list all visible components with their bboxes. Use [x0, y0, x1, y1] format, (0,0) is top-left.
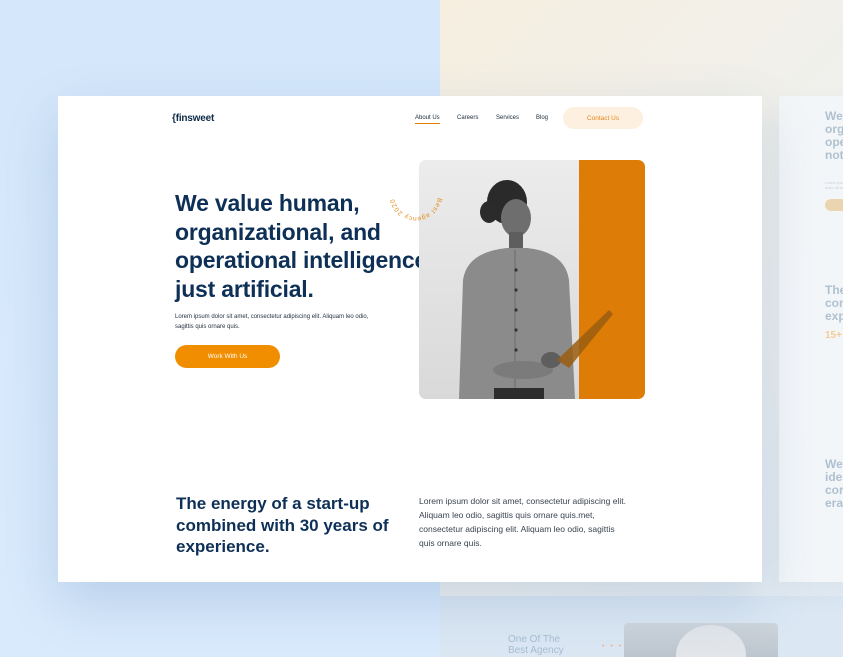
- best-agency-badge: Best agency 2020 • 2021 | london: [385, 164, 443, 222]
- ghost-heading-2: The com exp: [825, 283, 843, 323]
- contact-us-button[interactable]: Contact Us: [563, 107, 643, 129]
- ghost-bottom-dots: • • •: [602, 643, 624, 650]
- hero-text: Lorem ipsum dolor sit amet, consectetur …: [175, 314, 369, 330]
- ghost-text: Lorem ipsum dolor sit amet: [825, 180, 843, 190]
- hero-photo: [419, 160, 645, 399]
- section-text: Lorem ipsum dolor sit amet, consectetur …: [419, 496, 626, 548]
- ghost-heading-1: We org ope not: [825, 109, 843, 162]
- nav-about-us[interactable]: About Us: [415, 115, 440, 124]
- logo[interactable]: {finsweet: [172, 113, 214, 124]
- badge-text: Best agency 2020 • 2021 | london: [385, 164, 442, 222]
- work-with-us-button[interactable]: Work With Us: [175, 345, 280, 368]
- ghost-stat: 15+: [825, 330, 842, 341]
- ghost-bottom-title: One Of The Best Agency: [508, 634, 564, 656]
- svg-text:Best agency 2020 • 2021 | lond: Best agency 2020 • 2021 | london: [385, 164, 443, 222]
- landing-page: {finsweet About Us Careers Services Blog…: [58, 96, 762, 582]
- woman-illustration: [459, 180, 613, 399]
- nav-services[interactable]: Services: [496, 115, 519, 121]
- nav-careers[interactable]: Careers: [457, 115, 478, 121]
- nav-blog[interactable]: Blog: [536, 115, 548, 121]
- ghost-heading-3: We iden cor era: [825, 457, 843, 510]
- ghost-page: We org ope not Lorem ipsum dolor sit ame…: [779, 96, 843, 582]
- ghost-button: [825, 199, 843, 211]
- section-title: The energy of a start-up combined with 3…: [176, 494, 389, 556]
- ghost-bottom-photo: [624, 623, 778, 657]
